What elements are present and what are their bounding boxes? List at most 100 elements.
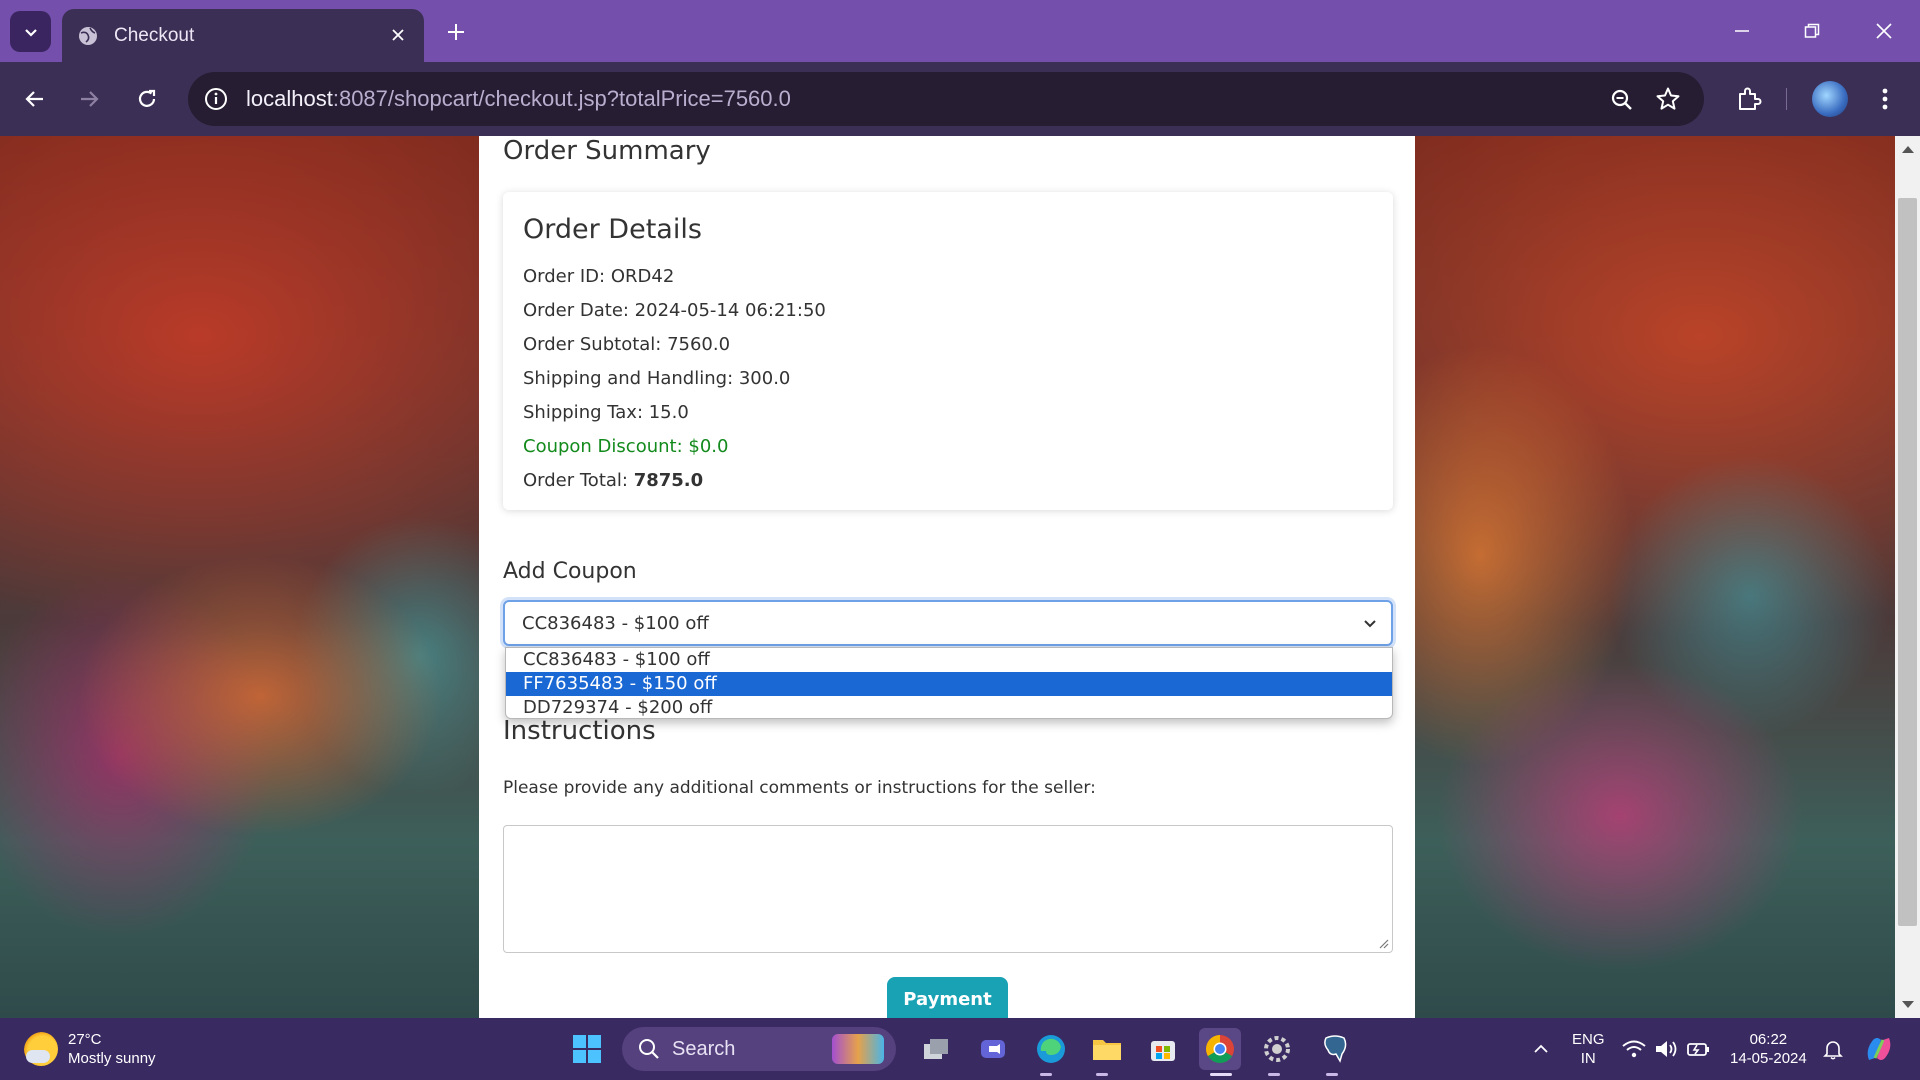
minimize-button[interactable] <box>1722 14 1762 48</box>
edge-running-indicator <box>1040 1073 1052 1076</box>
browser-toolbar: localhost:8087/shopcart/checkout.jsp?tot… <box>0 62 1920 136</box>
chevron-down-icon <box>1361 614 1379 632</box>
wifi-icon <box>1622 1040 1646 1058</box>
order-details-box: Order Details Order ID: ORD42 Order Date… <box>503 192 1393 510</box>
tab-search-button[interactable] <box>10 11 51 52</box>
forward-button[interactable] <box>70 80 108 118</box>
show-hidden-icons-button[interactable] <box>1520 1028 1562 1070</box>
minimize-icon <box>1735 30 1749 32</box>
weather-sun-icon <box>24 1032 58 1066</box>
task-view-icon[interactable] <box>916 1028 958 1070</box>
shipping-tax: Shipping Tax: 15.0 <box>523 402 689 423</box>
weather-desc: Mostly sunny <box>68 1050 156 1067</box>
plus-icon <box>448 24 464 40</box>
arrow-right-icon <box>81 91 99 107</box>
puzzle-icon <box>1739 87 1762 110</box>
reload-button[interactable] <box>128 80 166 118</box>
explorer-running-indicator <box>1096 1073 1108 1076</box>
windows-logo-icon <box>573 1035 601 1063</box>
language-indicator[interactable]: ENG IN <box>1572 1030 1605 1068</box>
add-coupon-heading: Add Coupon <box>503 559 637 584</box>
more-vertical-icon <box>1882 88 1888 110</box>
page-viewport: Order Summary Order Details Order ID: OR… <box>0 136 1895 1018</box>
store-icon[interactable] <box>1142 1028 1184 1070</box>
weather-widget[interactable]: 27°C Mostly sunny <box>24 1030 156 1068</box>
order-subtotal: Order Subtotal: 7560.0 <box>523 334 731 355</box>
search-highlight-image <box>832 1034 884 1064</box>
chevron-up-icon <box>1534 1044 1548 1053</box>
weather-temp: 27°C <box>68 1031 102 1048</box>
taskbar-search-label: Search <box>672 1037 736 1060</box>
close-icon <box>1876 23 1892 39</box>
reload-icon <box>138 89 156 107</box>
instructions-heading: Instructions <box>503 716 656 746</box>
taskbar-search[interactable]: Search <box>622 1027 896 1071</box>
order-id: Order ID: ORD42 <box>523 266 675 287</box>
settings-running-indicator <box>1268 1073 1280 1076</box>
new-tab-button[interactable] <box>440 16 472 48</box>
restore-icon <box>1804 23 1820 38</box>
coupon-discount: Coupon Discount: $0.0 <box>523 436 729 457</box>
system-tray-status[interactable] <box>1614 1028 1718 1070</box>
address-bar[interactable]: localhost:8087/shopcart/checkout.jsp?tot… <box>188 72 1704 126</box>
tab-title: Checkout <box>114 24 195 46</box>
search-icon <box>639 1039 659 1059</box>
edge-icon[interactable] <box>1030 1028 1072 1070</box>
battery-icon <box>1687 1043 1709 1056</box>
page-scrollbar[interactable] <box>1895 136 1920 1018</box>
order-details-heading: Order Details <box>523 214 702 245</box>
notifications-button[interactable] <box>1812 1028 1854 1070</box>
site-info-icon[interactable] <box>202 85 230 113</box>
coupon-option[interactable]: CC836483 - $100 off <box>506 648 1392 672</box>
clock-date: 14-05-2024 <box>1730 1050 1807 1067</box>
coupon-dropdown-list: CC836483 - $100 off FF7635483 - $150 off… <box>505 647 1393 719</box>
close-icon <box>392 29 404 41</box>
coupon-select-value: CC836483 - $100 off <box>522 613 709 634</box>
arrow-left-icon <box>25 91 43 107</box>
checkout-card: Order Summary Order Details Order ID: OR… <box>479 136 1415 1018</box>
coupon-option-highlighted[interactable]: FF7635483 - $150 off <box>506 672 1392 696</box>
url-text[interactable]: localhost:8087/shopcart/checkout.jsp?tot… <box>246 86 791 112</box>
start-button[interactable] <box>566 1028 608 1070</box>
settings-gear-icon[interactable] <box>1256 1028 1298 1070</box>
toolbar-divider <box>1786 88 1787 110</box>
postgres-icon[interactable] <box>1314 1028 1356 1070</box>
clock-time: 06:22 <box>1749 1031 1788 1048</box>
clock[interactable]: 06:22 14-05-2024 <box>1730 1030 1807 1068</box>
scrollbar-thumb[interactable] <box>1898 198 1917 926</box>
globe-icon <box>76 24 100 48</box>
profile-avatar[interactable] <box>1812 81 1848 117</box>
restore-button[interactable] <box>1792 14 1832 48</box>
teams-icon[interactable] <box>972 1028 1014 1070</box>
file-explorer-icon[interactable] <box>1086 1028 1128 1070</box>
zoom-icon[interactable] <box>1608 86 1636 114</box>
coupon-option[interactable]: DD729374 - $200 off <box>506 696 1392 718</box>
tab-close-button[interactable] <box>386 23 410 47</box>
order-total: Order Total: 7875.0 <box>523 470 704 491</box>
scroll-up-icon[interactable] <box>1902 146 1914 153</box>
coupon-select[interactable]: CC836483 - $100 off <box>503 600 1393 646</box>
bell-icon <box>1823 1041 1843 1060</box>
scroll-down-icon[interactable] <box>1902 1001 1914 1008</box>
instructions-prompt: Please provide any additional comments o… <box>503 778 1096 798</box>
chrome-icon[interactable] <box>1199 1028 1241 1070</box>
shipping-handling: Shipping and Handling: 300.0 <box>523 368 791 389</box>
volume-icon <box>1656 1041 1677 1057</box>
order-date: Order Date: 2024-05-14 06:21:50 <box>523 300 826 321</box>
browser-tab-active[interactable]: Checkout <box>62 9 424 62</box>
payment-button[interactable]: Payment <box>887 977 1008 1018</box>
order-total-value: 7875.0 <box>633 470 704 491</box>
window-close-button[interactable] <box>1864 14 1904 48</box>
order-summary-heading: Order Summary <box>503 136 711 166</box>
postgres-running-indicator <box>1326 1073 1338 1076</box>
instructions-textarea[interactable] <box>503 825 1393 953</box>
extensions-button[interactable] <box>1730 80 1768 118</box>
chrome-active-indicator <box>1210 1073 1232 1076</box>
copilot-icon[interactable] <box>1858 1028 1900 1070</box>
resize-grip-icon[interactable] <box>1377 937 1389 949</box>
chevron-down-icon <box>24 28 37 37</box>
browser-menu-button[interactable] <box>1868 80 1902 118</box>
back-button[interactable] <box>16 80 54 118</box>
browser-titlebar: Checkout <box>0 0 1920 62</box>
bookmark-star-icon[interactable] <box>1654 85 1682 113</box>
